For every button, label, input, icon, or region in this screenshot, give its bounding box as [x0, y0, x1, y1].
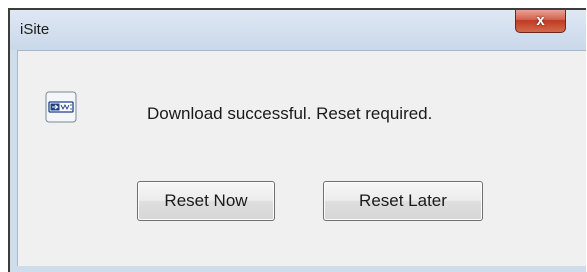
- reset-now-button[interactable]: Reset Now: [137, 181, 275, 221]
- dialog-body: Download successful. Reset required. Res…: [17, 50, 586, 272]
- reset-later-button[interactable]: Reset Later: [323, 181, 483, 221]
- close-icon: x: [536, 11, 545, 29]
- title-bar[interactable]: iSite x: [10, 10, 586, 50]
- message-text: Download successful. Reset required.: [147, 104, 433, 123]
- download-device-icon: [45, 91, 77, 123]
- window-title: iSite: [20, 21, 50, 38]
- window-bottom-border: [10, 266, 586, 272]
- close-button[interactable]: x: [515, 10, 566, 33]
- dialog-window: iSite x Download successful. Reset requi…: [8, 8, 586, 272]
